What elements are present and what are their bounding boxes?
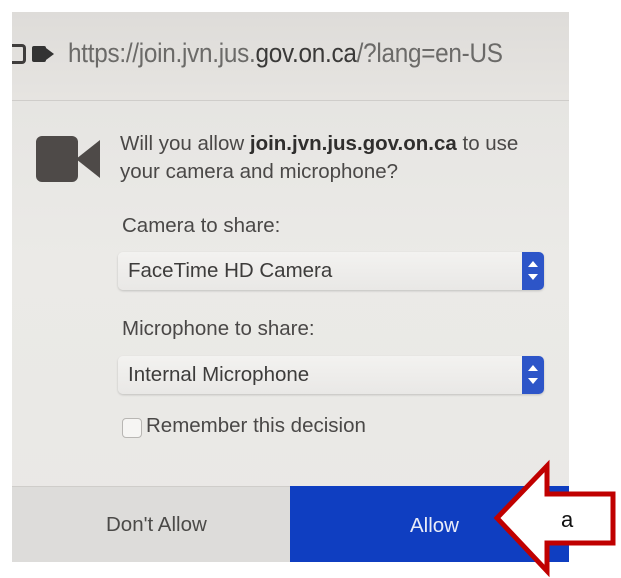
remember-label[interactable]: Remember this decision	[146, 414, 366, 438]
prompt-before: Will you allow	[120, 132, 250, 155]
camera-select-value: FaceTime HD Camera	[128, 259, 333, 282]
allow-button[interactable]: Allow	[290, 486, 569, 562]
url-text[interactable]: https://join.jvn.jus.gov.on.ca/?lang=en-…	[68, 38, 503, 69]
permission-prompt: Will you allow join.jvn.jus.gov.on.ca to…	[120, 130, 550, 186]
url-prefix: https://	[68, 38, 139, 68]
microphone-select-value: Internal Microphone	[128, 363, 310, 386]
camera-select[interactable]: FaceTime HD Camera	[118, 252, 544, 290]
screenshot-photo: https://join.jvn.jus.gov.on.ca/?lang=en-…	[12, 12, 569, 562]
chevron-up-down-icon[interactable]	[522, 356, 544, 394]
chevron-up-down-icon[interactable]	[522, 252, 544, 290]
dont-allow-label: Don't Allow	[106, 513, 207, 536]
url-host-sub: join.jvn.jus.	[138, 38, 256, 68]
arrow-label: a	[561, 507, 574, 532]
microphone-select[interactable]: Internal Microphone	[118, 356, 544, 394]
microphone-label: Microphone to share:	[122, 317, 315, 340]
dont-allow-button[interactable]: Don't Allow	[12, 486, 290, 562]
video-camera-icon	[36, 136, 78, 182]
video-camera-icon[interactable]	[32, 46, 46, 62]
url-host-main: gov.on.ca	[255, 38, 357, 68]
address-bar[interactable]: https://join.jvn.jus.gov.on.ca/?lang=en-…	[12, 12, 569, 101]
remember-checkbox[interactable]	[122, 418, 142, 438]
chat-icon	[12, 44, 26, 64]
camera-label: Camera to share:	[122, 214, 281, 237]
prompt-domain: join.jvn.jus.gov.on.ca	[249, 132, 457, 155]
allow-label: Allow	[410, 514, 459, 537]
url-path: /?lang=en-US	[356, 38, 503, 68]
